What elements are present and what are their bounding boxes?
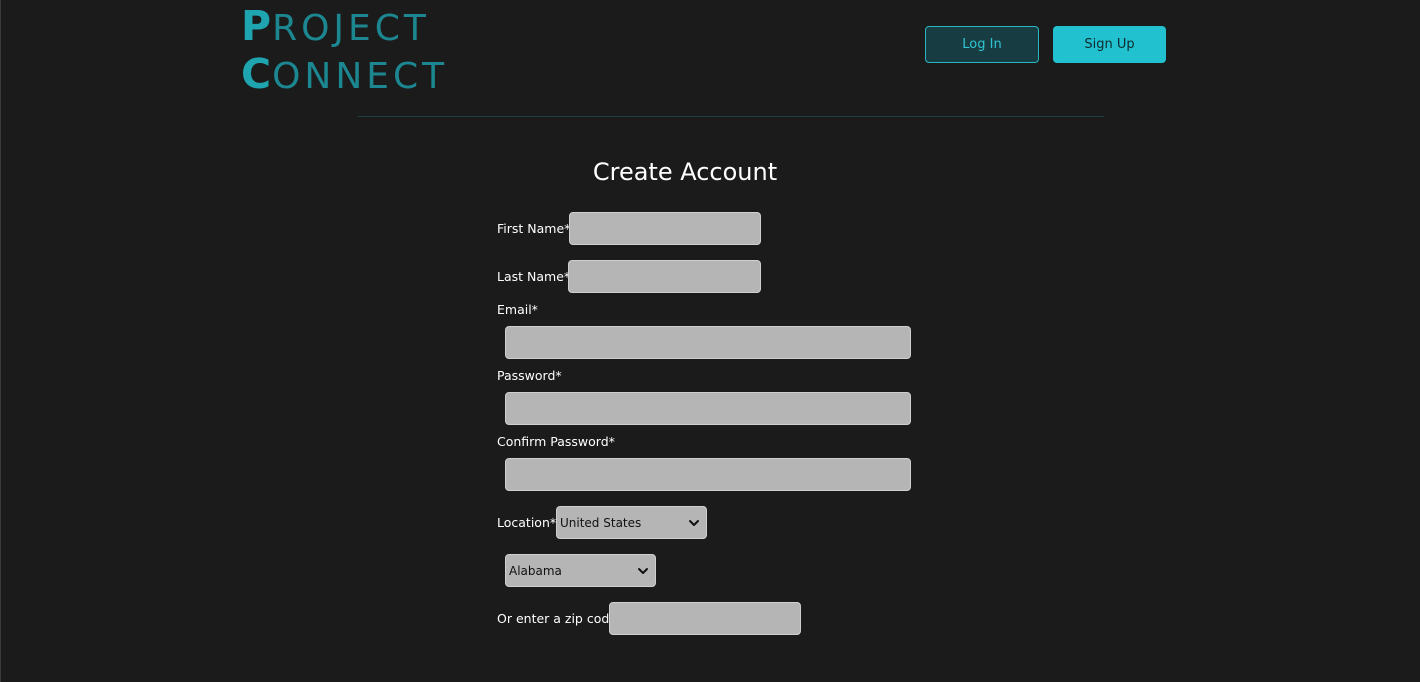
logo-text-roject: ROJECT <box>272 8 430 49</box>
last-name-label: Last Name* <box>497 269 571 284</box>
password-field[interactable] <box>505 392 911 425</box>
last-name-field[interactable] <box>568 260 761 293</box>
logo[interactable]: PROJECT CONNECT <box>241 4 461 96</box>
confirm-password-label: Confirm Password* <box>497 434 615 449</box>
confirm-password-field[interactable] <box>505 458 911 491</box>
first-name-field[interactable] <box>569 212 761 245</box>
logo-letter-c: C <box>241 50 272 98</box>
first-name-label: First Name* <box>497 221 571 236</box>
logo-line-project: PROJECT <box>241 6 430 47</box>
logo-letter-p: P <box>241 2 272 50</box>
location-label: Location* <box>497 515 557 530</box>
page: PROJECT CONNECT Log In Sign Up Create Ac… <box>0 0 1420 682</box>
header-divider <box>358 116 1104 117</box>
login-button[interactable]: Log In <box>925 26 1039 63</box>
state-select-value: Alabama <box>509 563 562 578</box>
password-label: Password* <box>497 368 562 383</box>
zip-code-label: Or enter a zip code <box>497 611 617 626</box>
page-title: Create Account <box>592 158 778 186</box>
logo-line-connect: CONNECT <box>241 54 448 95</box>
zip-code-field[interactable] <box>609 602 801 635</box>
country-select[interactable]: United States <box>556 506 707 539</box>
chevron-down-icon <box>689 519 699 526</box>
email-label: Email* <box>497 302 538 317</box>
signup-button[interactable]: Sign Up <box>1053 26 1166 63</box>
logo-text-onnect: ONNECT <box>272 56 449 97</box>
chevron-down-icon <box>638 567 648 574</box>
email-field[interactable] <box>505 326 911 359</box>
country-select-value: United States <box>560 515 642 530</box>
state-select[interactable]: Alabama <box>505 554 656 587</box>
